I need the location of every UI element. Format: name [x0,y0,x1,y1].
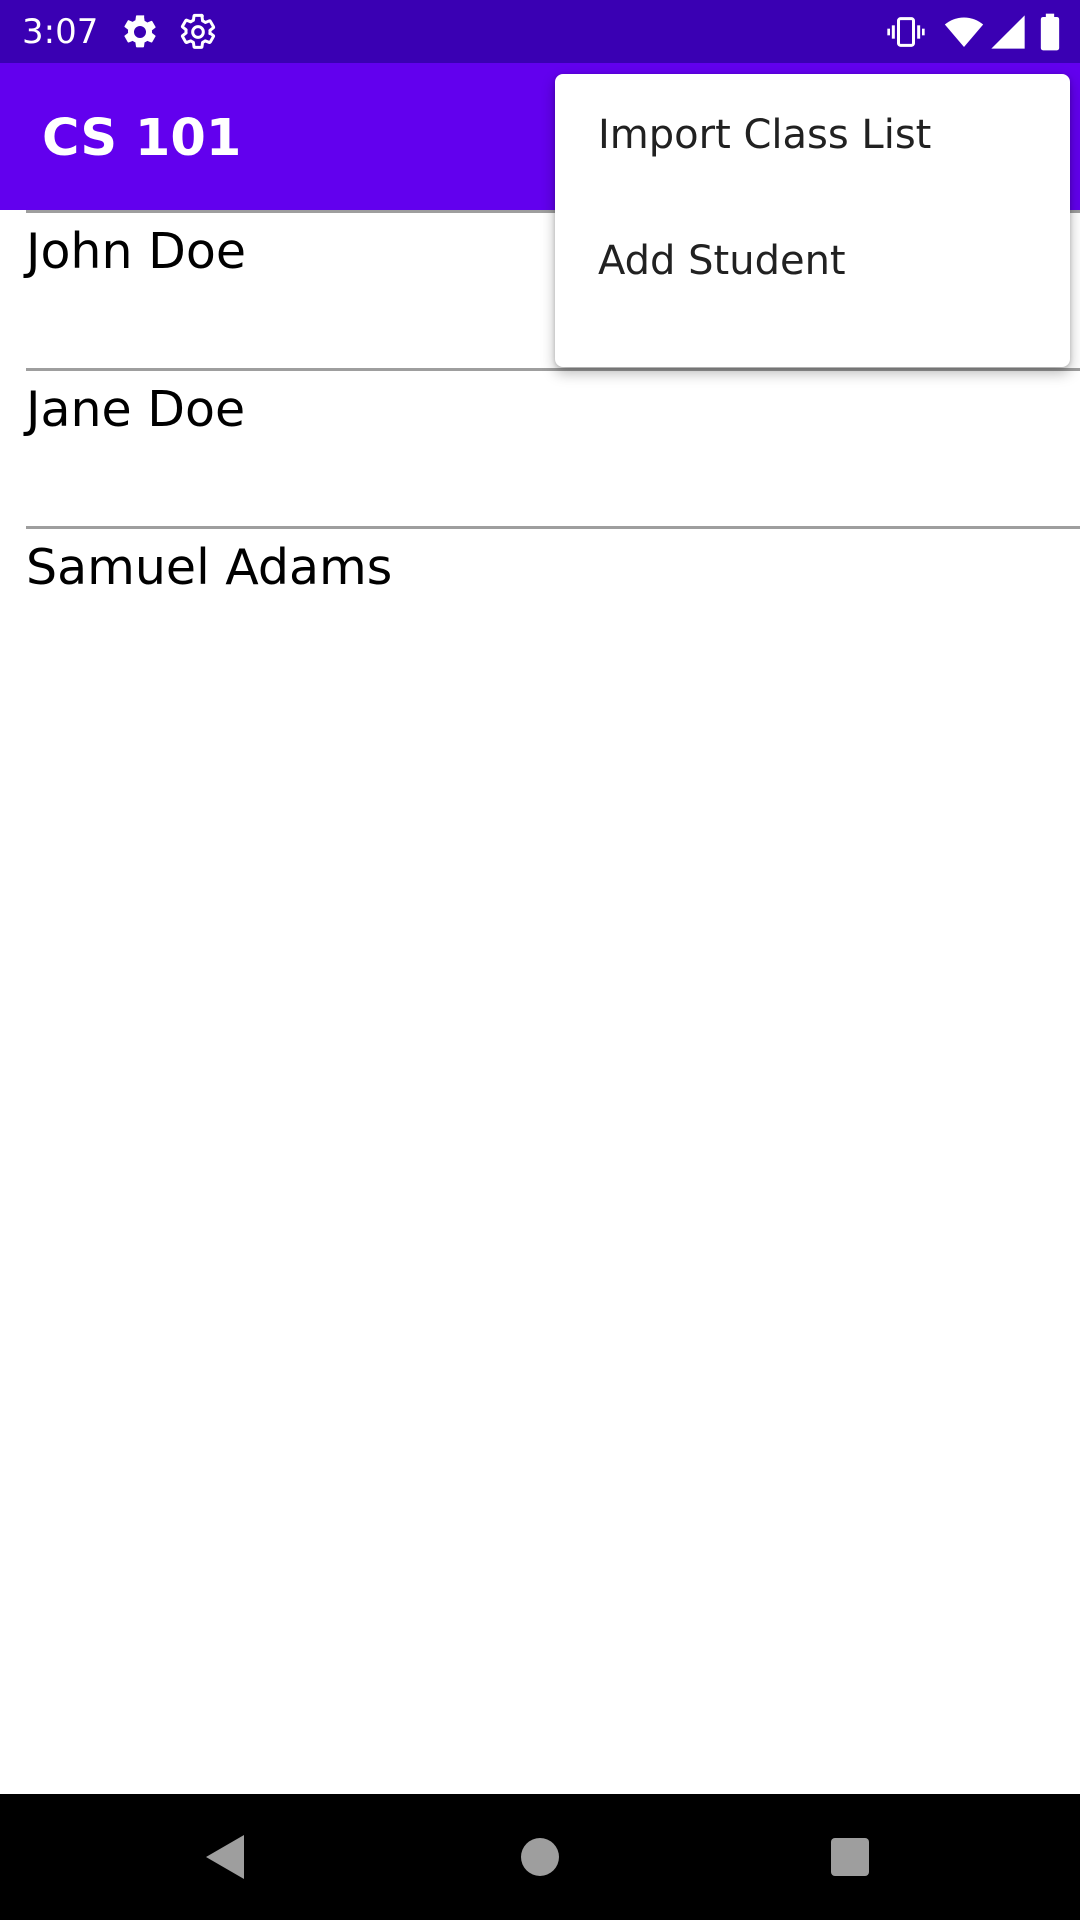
home-icon[interactable] [500,1817,580,1897]
student-name: Jane Doe [26,381,246,438]
divider [26,368,1080,371]
list-item[interactable]: Samuel Adams [26,526,1080,684]
student-name: Samuel Adams [26,539,393,596]
list-item[interactable]: Jane Doe [26,368,1080,526]
wifi-icon [944,17,984,47]
divider [26,526,1080,529]
signal-icon [991,15,1025,49]
student-name: John Doe [26,223,246,280]
recents-icon[interactable] [810,1817,890,1897]
menu-item-label: Add Student [598,238,846,284]
menu-item-import-class-list[interactable]: Import Class List [555,74,1070,200]
vibrate-icon [887,17,925,47]
back-icon[interactable] [186,1817,266,1897]
navigation-bar [0,1794,1080,1920]
menu-item-label: Import Class List [598,112,932,158]
settings-outline-icon [180,13,216,49]
status-time: 3:07 [22,12,99,52]
page-title: CS 101 [42,109,242,168]
settings-icon [124,15,156,48]
menu-item-add-student[interactable]: Add Student [555,200,1070,326]
battery-icon [1040,13,1060,51]
overflow-menu: Import Class List Add Student [555,74,1070,367]
status-bar: 3:07 [0,0,1080,63]
